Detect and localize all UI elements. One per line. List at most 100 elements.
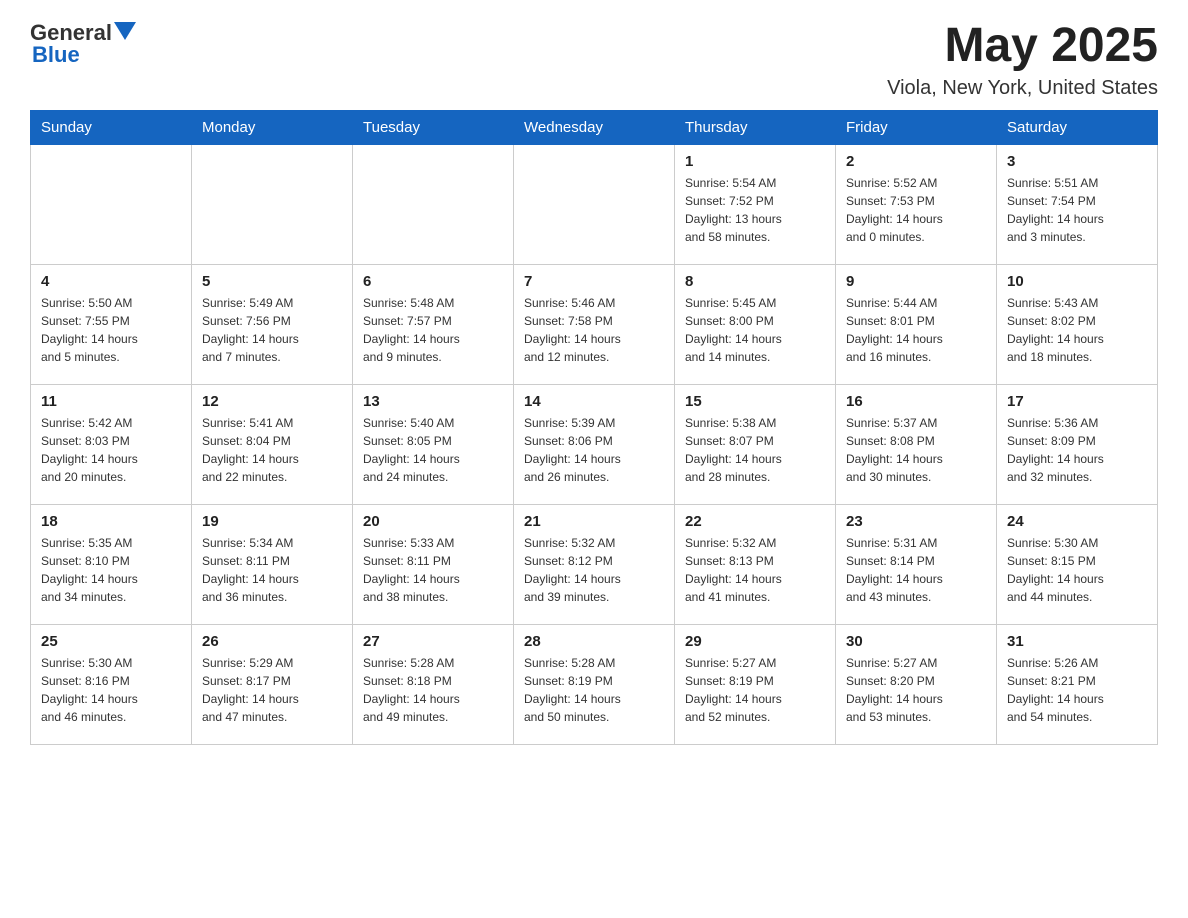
day-number: 16	[846, 393, 986, 410]
day-info: Sunrise: 5:43 AM Sunset: 8:02 PM Dayligh…	[1007, 294, 1147, 366]
day-number: 11	[41, 393, 181, 410]
calendar-table: SundayMondayTuesdayWednesdayThursdayFrid…	[30, 110, 1158, 745]
calendar-cell	[353, 144, 514, 264]
day-info: Sunrise: 5:45 AM Sunset: 8:00 PM Dayligh…	[685, 294, 825, 366]
calendar-cell: 10 Sunrise: 5:43 AM Sunset: 8:02 PM Dayli…	[997, 264, 1158, 384]
day-info: Sunrise: 5:28 AM Sunset: 8:18 PM Dayligh…	[363, 654, 503, 726]
calendar-week-row: 18Sunrise: 5:35 AM Sunset: 8:10 PM Dayli…	[31, 504, 1158, 624]
day-info: Sunrise: 5:29 AM Sunset: 8:17 PM Dayligh…	[202, 654, 342, 726]
day-info: Sunrise: 5:30 AM Sunset: 8:16 PM Dayligh…	[41, 654, 181, 726]
day-info: Sunrise: 5:30 AM Sunset: 8:15 PM Dayligh…	[1007, 534, 1147, 606]
calendar-header-wednesday: Wednesday	[514, 110, 675, 144]
day-number: 23	[846, 513, 986, 530]
calendar-cell	[31, 144, 192, 264]
day-number: 28	[524, 633, 664, 650]
calendar-cell: 30Sunrise: 5:27 AM Sunset: 8:20 PM Dayli…	[836, 624, 997, 744]
page-header: General Blue May 2025 Viola, New York, U…	[30, 20, 1158, 100]
day-number: 30	[846, 633, 986, 650]
day-number: 6	[363, 273, 503, 290]
calendar-cell: 15Sunrise: 5:38 AM Sunset: 8:07 PM Dayli…	[675, 384, 836, 504]
day-info: Sunrise: 5:37 AM Sunset: 8:08 PM Dayligh…	[846, 414, 986, 486]
calendar-header-sunday: Sunday	[31, 110, 192, 144]
day-info: Sunrise: 5:50 AM Sunset: 7:55 PM Dayligh…	[41, 294, 181, 366]
day-number: 17	[1007, 393, 1147, 410]
day-number: 25	[41, 633, 181, 650]
day-info: Sunrise: 5:46 AM Sunset: 7:58 PM Dayligh…	[524, 294, 664, 366]
day-number: 7	[524, 273, 664, 290]
day-info: Sunrise: 5:51 AM Sunset: 7:54 PM Dayligh…	[1007, 174, 1147, 246]
calendar-cell: 26 Sunrise: 5:29 AM Sunset: 8:17 PM Dayli…	[192, 624, 353, 744]
calendar-cell: 5Sunrise: 5:49 AM Sunset: 7:56 PM Daylig…	[192, 264, 353, 384]
calendar-header-saturday: Saturday	[997, 110, 1158, 144]
calendar-cell: 22 Sunrise: 5:32 AM Sunset: 8:13 PM Dayli…	[675, 504, 836, 624]
day-number: 24	[1007, 513, 1147, 530]
day-number: 1	[685, 153, 825, 170]
day-number: 22	[685, 513, 825, 530]
day-number: 3	[1007, 153, 1147, 170]
calendar-cell	[192, 144, 353, 264]
calendar-cell: 14Sunrise: 5:39 AM Sunset: 8:06 PM Dayli…	[514, 384, 675, 504]
day-number: 4	[41, 273, 181, 290]
month-title: May 2025	[887, 20, 1158, 73]
calendar-cell: 18Sunrise: 5:35 AM Sunset: 8:10 PM Dayli…	[31, 504, 192, 624]
day-info: Sunrise: 5:33 AM Sunset: 8:11 PM Dayligh…	[363, 534, 503, 606]
calendar-week-row: 1 Sunrise: 5:54 AM Sunset: 7:52 PM Daylig…	[31, 144, 1158, 264]
location: Viola, New York, United States	[887, 77, 1158, 100]
calendar-cell: 4 Sunrise: 5:50 AM Sunset: 7:55 PM Daylig…	[31, 264, 192, 384]
day-number: 26	[202, 633, 342, 650]
day-info: Sunrise: 5:48 AM Sunset: 7:57 PM Dayligh…	[363, 294, 503, 366]
day-number: 29	[685, 633, 825, 650]
calendar-header-friday: Friday	[836, 110, 997, 144]
calendar-cell: 9 Sunrise: 5:44 AM Sunset: 8:01 PM Daylig…	[836, 264, 997, 384]
day-number: 9	[846, 273, 986, 290]
day-info: Sunrise: 5:49 AM Sunset: 7:56 PM Dayligh…	[202, 294, 342, 366]
day-number: 31	[1007, 633, 1147, 650]
calendar-cell: 27Sunrise: 5:28 AM Sunset: 8:18 PM Dayli…	[353, 624, 514, 744]
calendar-cell: 20 Sunrise: 5:33 AM Sunset: 8:11 PM Dayli…	[353, 504, 514, 624]
calendar-cell: 7 Sunrise: 5:46 AM Sunset: 7:58 PM Daylig…	[514, 264, 675, 384]
day-info: Sunrise: 5:27 AM Sunset: 8:19 PM Dayligh…	[685, 654, 825, 726]
day-info: Sunrise: 5:40 AM Sunset: 8:05 PM Dayligh…	[363, 414, 503, 486]
day-info: Sunrise: 5:44 AM Sunset: 8:01 PM Dayligh…	[846, 294, 986, 366]
calendar-cell: 17 Sunrise: 5:36 AM Sunset: 8:09 PM Dayli…	[997, 384, 1158, 504]
day-info: Sunrise: 5:26 AM Sunset: 8:21 PM Dayligh…	[1007, 654, 1147, 726]
calendar-header-row: SundayMondayTuesdayWednesdayThursdayFrid…	[31, 110, 1158, 144]
calendar-cell: 2 Sunrise: 5:52 AM Sunset: 7:53 PM Daylig…	[836, 144, 997, 264]
calendar-cell: 16 Sunrise: 5:37 AM Sunset: 8:08 PM Dayli…	[836, 384, 997, 504]
calendar-cell: 13Sunrise: 5:40 AM Sunset: 8:05 PM Dayli…	[353, 384, 514, 504]
day-number: 2	[846, 153, 986, 170]
day-number: 15	[685, 393, 825, 410]
calendar-cell: 29 Sunrise: 5:27 AM Sunset: 8:19 PM Dayli…	[675, 624, 836, 744]
logo: General Blue	[30, 20, 136, 68]
calendar-cell: 31 Sunrise: 5:26 AM Sunset: 8:21 PM Dayli…	[997, 624, 1158, 744]
day-number: 12	[202, 393, 342, 410]
calendar-cell: 23 Sunrise: 5:31 AM Sunset: 8:14 PM Dayli…	[836, 504, 997, 624]
calendar-cell: 1 Sunrise: 5:54 AM Sunset: 7:52 PM Daylig…	[675, 144, 836, 264]
day-number: 10	[1007, 273, 1147, 290]
day-info: Sunrise: 5:31 AM Sunset: 8:14 PM Dayligh…	[846, 534, 986, 606]
day-info: Sunrise: 5:52 AM Sunset: 7:53 PM Dayligh…	[846, 174, 986, 246]
day-number: 21	[524, 513, 664, 530]
calendar-cell: 24 Sunrise: 5:30 AM Sunset: 8:15 PM Dayli…	[997, 504, 1158, 624]
day-info: Sunrise: 5:54 AM Sunset: 7:52 PM Dayligh…	[685, 174, 825, 246]
calendar-header-monday: Monday	[192, 110, 353, 144]
calendar-week-row: 4 Sunrise: 5:50 AM Sunset: 7:55 PM Daylig…	[31, 264, 1158, 384]
calendar-cell: 19Sunrise: 5:34 AM Sunset: 8:11 PM Dayli…	[192, 504, 353, 624]
calendar-cell: 25 Sunrise: 5:30 AM Sunset: 8:16 PM Dayli…	[31, 624, 192, 744]
title-section: May 2025 Viola, New York, United States	[887, 20, 1158, 100]
calendar-cell	[514, 144, 675, 264]
day-number: 18	[41, 513, 181, 530]
calendar-cell: 11Sunrise: 5:42 AM Sunset: 8:03 PM Dayli…	[31, 384, 192, 504]
day-info: Sunrise: 5:32 AM Sunset: 8:13 PM Dayligh…	[685, 534, 825, 606]
day-info: Sunrise: 5:32 AM Sunset: 8:12 PM Dayligh…	[524, 534, 664, 606]
day-info: Sunrise: 5:36 AM Sunset: 8:09 PM Dayligh…	[1007, 414, 1147, 486]
day-info: Sunrise: 5:28 AM Sunset: 8:19 PM Dayligh…	[524, 654, 664, 726]
calendar-cell: 3 Sunrise: 5:51 AM Sunset: 7:54 PM Daylig…	[997, 144, 1158, 264]
day-number: 8	[685, 273, 825, 290]
logo-blue: Blue	[30, 42, 136, 68]
day-number: 20	[363, 513, 503, 530]
day-info: Sunrise: 5:41 AM Sunset: 8:04 PM Dayligh…	[202, 414, 342, 486]
calendar-week-row: 25 Sunrise: 5:30 AM Sunset: 8:16 PM Dayli…	[31, 624, 1158, 744]
calendar-header-tuesday: Tuesday	[353, 110, 514, 144]
calendar-cell: 8 Sunrise: 5:45 AM Sunset: 8:00 PM Daylig…	[675, 264, 836, 384]
